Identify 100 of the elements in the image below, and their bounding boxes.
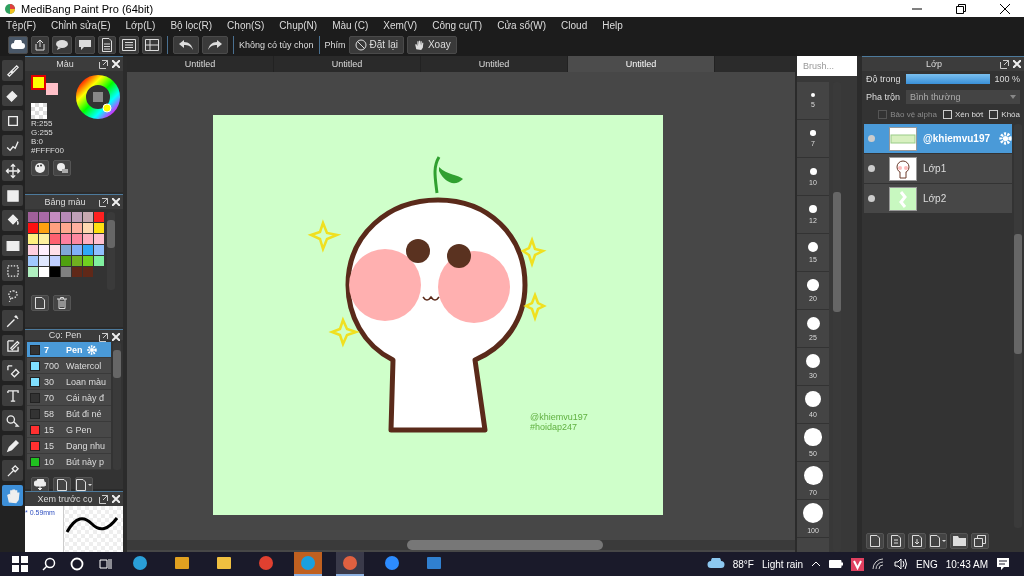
menu-item[interactable]: Xem(V) [383, 19, 418, 31]
palette-swatch[interactable] [94, 223, 104, 233]
foreground-color-swatch[interactable] [31, 75, 46, 90]
folder-button[interactable] [950, 533, 968, 549]
palette-swatch[interactable] [28, 234, 38, 244]
brush-item[interactable]: 15 Dạng nhu [27, 438, 112, 454]
palette-swatch[interactable] [94, 212, 104, 222]
tool-button[interactable] [2, 460, 23, 481]
palette-swatch[interactable] [39, 212, 49, 222]
redo-button[interactable] [202, 35, 228, 54]
cloud-rain-icon[interactable] [706, 558, 725, 570]
menu-item[interactable]: Công cụ(T) [432, 19, 483, 31]
task-view-icon[interactable] [98, 557, 112, 571]
menu-item[interactable]: Chọn(S) [227, 19, 265, 31]
palette-swatch[interactable] [28, 245, 38, 255]
delete-button[interactable] [53, 295, 71, 311]
popout-icon[interactable] [99, 60, 108, 69]
brush-item[interactable]: 10 Bút này p [27, 454, 112, 470]
palette-swatch[interactable] [83, 256, 93, 266]
layer-item[interactable]: Lớp1 [864, 154, 1012, 184]
palette-swatch[interactable] [72, 256, 82, 266]
menu-item[interactable]: Cloud [561, 19, 588, 31]
tool-button[interactable] [2, 260, 23, 281]
share-button[interactable] [31, 35, 49, 54]
tool-button[interactable] [2, 185, 23, 206]
tool-button[interactable] [2, 360, 23, 381]
grid-button[interactable] [142, 35, 162, 54]
layer-menu-button[interactable] [929, 533, 947, 549]
popout-icon[interactable] [99, 333, 108, 342]
popout-icon[interactable] [1000, 60, 1009, 69]
undo-button[interactable] [173, 35, 199, 54]
palette-swatch[interactable] [83, 267, 93, 277]
tool-button[interactable] [2, 85, 23, 106]
palette-swatch[interactable] [39, 223, 49, 233]
new-layer-button[interactable] [866, 533, 884, 549]
visibility-dot[interactable] [868, 195, 875, 202]
speech-bubble-button[interactable] [75, 35, 95, 54]
opacity-slider[interactable] [906, 74, 991, 84]
menu-item[interactable]: Chụp(N) [279, 19, 318, 31]
battery-icon[interactable] [829, 560, 844, 568]
palette-swatch[interactable] [61, 223, 71, 233]
close-icon[interactable] [1000, 3, 1010, 14]
background-color-swatch[interactable] [46, 83, 58, 95]
new-page-button[interactable] [31, 295, 49, 311]
popout-icon[interactable] [99, 495, 108, 504]
volume-icon[interactable] [894, 558, 909, 570]
v-app-icon[interactable] [851, 557, 865, 571]
scrollbar[interactable] [113, 342, 121, 470]
palette-swatch[interactable] [94, 234, 104, 244]
restore-icon[interactable] [956, 3, 966, 14]
list-button[interactable] [119, 35, 139, 54]
palette-swatch[interactable] [50, 223, 60, 233]
tool-button[interactable] [2, 210, 23, 231]
chevron-up-icon[interactable] [811, 561, 822, 567]
visibility-dot[interactable] [868, 165, 875, 172]
brush-item[interactable]: 70 Cái này đ [27, 390, 112, 406]
palette-swatch[interactable] [50, 212, 60, 222]
tool-button[interactable] [2, 110, 23, 131]
palette-swatch[interactable] [61, 234, 71, 244]
palette-swatch[interactable] [72, 223, 82, 233]
checkbox[interactable]: Khóa [989, 110, 1020, 119]
palette-button[interactable] [31, 160, 49, 176]
scrollbar[interactable] [107, 212, 115, 290]
layer-item[interactable]: Lớp2 [864, 184, 1012, 214]
blend-mode-dropdown[interactable]: Bình thường [906, 90, 1020, 104]
palette-swatch[interactable] [39, 234, 49, 244]
palette-swatch[interactable] [72, 212, 82, 222]
brush-item[interactable]: 15 G Pen [27, 422, 112, 438]
palette-swatch[interactable] [61, 267, 71, 277]
gear-icon[interactable] [999, 132, 1012, 145]
color-wheel[interactable] [76, 75, 120, 119]
menu-item[interactable]: Cửa sổ(W) [497, 19, 547, 31]
brush-item[interactable]: 700 Watercol [27, 358, 112, 374]
tool-button[interactable] [2, 385, 23, 406]
menu-item[interactable]: Màu (C) [332, 19, 369, 31]
tool-button[interactable] [2, 60, 23, 81]
rotate-button[interactable]: Xoay [406, 35, 457, 54]
palette-swatch[interactable] [94, 245, 104, 255]
color-settings-button[interactable] [53, 160, 71, 176]
page-button[interactable] [98, 35, 116, 54]
palette-swatch[interactable] [72, 245, 82, 255]
palette-swatch[interactable] [72, 267, 82, 277]
tool-button[interactable] [2, 160, 23, 181]
horizontal-scrollbar[interactable] [127, 540, 795, 550]
menu-item[interactable]: Help [602, 19, 623, 31]
palette-swatch[interactable] [50, 267, 60, 277]
palette-swatch[interactable] [39, 267, 49, 277]
palette-swatch[interactable] [72, 234, 82, 244]
palette-swatch[interactable] [83, 212, 93, 222]
duplicate-button[interactable] [971, 533, 989, 549]
tool-button[interactable] [2, 235, 23, 256]
tool-button[interactable] [2, 310, 23, 331]
cloud-button[interactable] [8, 35, 28, 54]
tool-button[interactable] [2, 435, 23, 456]
merge-layer-button[interactable] [908, 533, 926, 549]
menu-item[interactable]: Lớp(L) [125, 19, 156, 31]
palette-swatch[interactable] [61, 256, 71, 266]
menu-item[interactable]: Chỉnh sửa(E) [51, 19, 111, 31]
windows-start-icon[interactable] [12, 556, 28, 572]
tool-button[interactable] [2, 335, 23, 356]
